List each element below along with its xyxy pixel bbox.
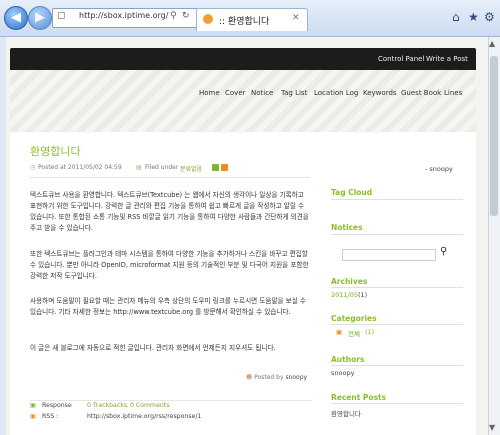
home-icon[interactable]: ⌂ xyxy=(452,10,460,24)
scroll-up-icon[interactable]: ▲ xyxy=(489,39,495,48)
divider xyxy=(331,234,463,235)
post-category-link[interactable]: 분류없음 xyxy=(180,164,202,173)
post-paragraph: 텍스트큐브 사용을 환영합니다. 텍스트큐브(Textcube) 는 웹에서 자… xyxy=(30,191,309,232)
archive-link[interactable]: 2011/05 xyxy=(331,291,358,299)
menu-home[interactable]: Home xyxy=(199,89,220,97)
divider xyxy=(331,365,463,366)
tab-title: :: 환영합니다 xyxy=(219,17,270,27)
response-label: Response xyxy=(42,402,72,409)
menu-cover[interactable]: Cover xyxy=(225,89,246,97)
menu-notice[interactable]: Notice xyxy=(251,89,273,97)
rss-icon[interactable] xyxy=(221,164,228,171)
favorites-star-icon[interactable]: ★ xyxy=(468,10,479,24)
response-icon: ▣ xyxy=(30,402,36,409)
authors-heading: Authors xyxy=(331,355,365,364)
author-link[interactable]: snoopy xyxy=(331,369,354,377)
menu-lines[interactable]: Lines xyxy=(444,89,462,97)
post-paragraph: 이 글은 새 블로그에 자동으로 적힌 글입니다. 관리자 화면에서 언제든지 … xyxy=(30,344,276,352)
divider xyxy=(331,324,463,325)
divider xyxy=(331,199,463,200)
divider xyxy=(331,403,463,404)
post-title[interactable]: 환영합니다 xyxy=(30,143,81,159)
menu-guest-book[interactable]: Guest Book xyxy=(401,89,441,97)
menu-keywords[interactable]: Keywords xyxy=(363,89,397,97)
write-post-link[interactable]: Write a Post xyxy=(426,55,468,63)
compat-icon[interactable]: ⚲ xyxy=(170,11,177,21)
notices-heading: Notices xyxy=(331,223,363,232)
comments-link[interactable]: 0 Comments xyxy=(130,402,169,409)
categories-heading: Categories xyxy=(331,314,377,323)
divider xyxy=(30,400,312,401)
trackbacks-link[interactable]: 0 Trackbacks xyxy=(87,402,127,409)
folder-icon: ▤ xyxy=(136,164,142,171)
separator: , xyxy=(126,402,128,409)
page-icon: ▢ xyxy=(57,11,66,21)
post-date: Posted at 2011/05/02 04:59 xyxy=(38,164,122,171)
rss-feed-icon: ▣ xyxy=(30,413,36,420)
author-avatar-icon: ☻ xyxy=(246,374,253,381)
control-panel-link[interactable]: Control Panel xyxy=(378,55,424,63)
refresh-icon[interactable]: ↻ xyxy=(182,11,190,21)
blog-header xyxy=(10,70,476,132)
tag-icon[interactable] xyxy=(212,164,219,171)
posted-by: ☻ Posted by snoopy xyxy=(246,374,307,381)
back-button[interactable]: ◀ xyxy=(4,6,28,30)
recent-post-link[interactable]: 환영합니다 xyxy=(331,408,361,418)
close-tab-icon[interactable]: ✕ xyxy=(292,13,300,23)
clock-icon: ◷ xyxy=(30,164,36,171)
browser-tab[interactable]: :: 환영합니다 ✕ xyxy=(196,8,308,31)
rss-url[interactable]: http://sbox.iptime.org/rss/response/1 xyxy=(87,413,201,420)
forward-button[interactable]: ▶ xyxy=(28,6,52,30)
blog-owner: - snoopy xyxy=(425,165,453,173)
filed-under-label: Filed under xyxy=(145,164,179,171)
post-author[interactable]: snoopy xyxy=(285,374,307,381)
rss-label: RSS : xyxy=(42,413,59,420)
recent-posts-heading: Recent Posts xyxy=(331,393,387,402)
category-count: (1) xyxy=(365,328,375,336)
favicon-icon xyxy=(203,14,213,24)
archives-heading: Archives xyxy=(331,277,368,286)
address-text: http://sbox.iptime.org/ xyxy=(79,11,169,20)
category-all-link[interactable]: 전체 xyxy=(348,328,360,338)
scrollbar-thumb[interactable] xyxy=(490,56,498,216)
post-paragraph: 사용하며 도움말이 필요할 때는 관리자 메뉴의 우측 상단의 도우미 링크를 … xyxy=(30,297,306,316)
search-icon[interactable]: ⚲ xyxy=(440,246,447,257)
rss-icon[interactable]: ▣ xyxy=(336,328,342,336)
posted-by-label: Posted by xyxy=(254,374,284,381)
search-input[interactable] xyxy=(342,249,436,261)
tag-cloud-heading: Tag Cloud xyxy=(331,188,373,197)
archive-count: (1) xyxy=(358,291,368,299)
menu-tag-list[interactable]: Tag List xyxy=(281,89,307,97)
menu-location-log[interactable]: Location Log xyxy=(314,89,358,97)
post-paragraph: 또한 텍스트큐브는 플러그인과 테마 시스템을 통하여 다양한 기능을 추가하거… xyxy=(30,250,309,280)
scroll-down-icon[interactable]: ▼ xyxy=(489,423,495,432)
divider xyxy=(331,287,463,288)
tools-gear-icon[interactable]: ⚙ xyxy=(484,10,495,24)
